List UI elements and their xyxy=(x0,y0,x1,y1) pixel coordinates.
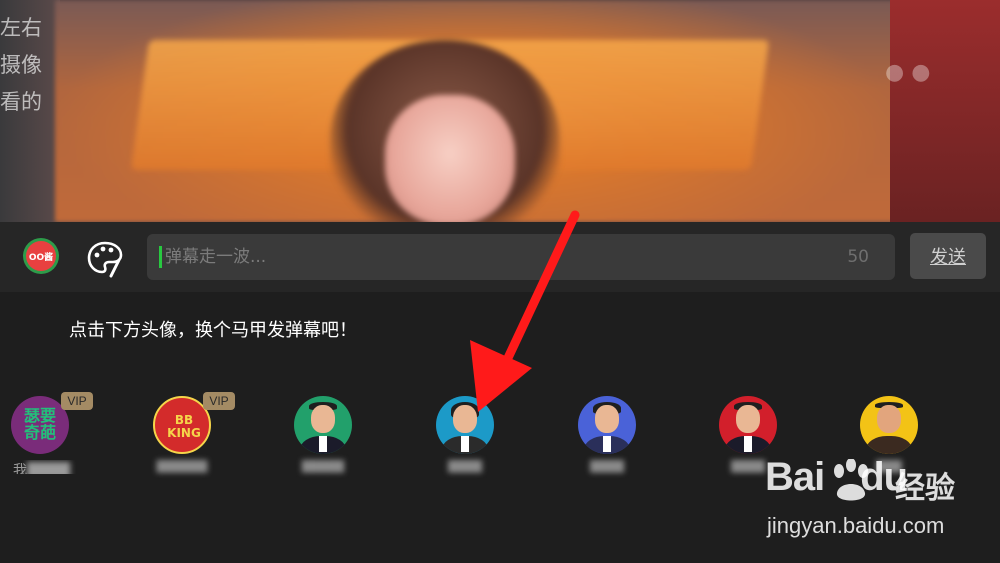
avatar-name: ████ xyxy=(590,460,624,473)
danmaku-placeholder: 弹幕走一波... xyxy=(165,247,267,267)
palette-icon-svg xyxy=(87,241,123,278)
vip-badge: VIP xyxy=(203,392,235,410)
overlay-dots-icon: ● ● xyxy=(885,60,931,85)
video-player[interactable]: 左右 摄像 看的 ● ● xyxy=(0,0,1000,222)
avatar-option[interactable]: █████ xyxy=(288,392,358,492)
paw-icon xyxy=(834,459,868,501)
avatar-image xyxy=(719,396,777,454)
identity-avatar-button[interactable]: OO酱 xyxy=(23,238,59,274)
palette-icon[interactable] xyxy=(85,238,125,278)
avatar-name: █████ xyxy=(301,460,345,473)
send-button[interactable]: 发送 xyxy=(910,233,986,279)
identity-badge: OO酱 xyxy=(26,241,56,271)
avatar-image xyxy=(436,396,494,454)
avatar-image xyxy=(860,396,918,454)
avatar-name: 我████ xyxy=(13,463,71,474)
danmaku-input[interactable]: 弹幕走一波... 50 xyxy=(147,234,895,280)
danmaku-overlay: 左右 摄像 看的 xyxy=(0,10,60,121)
danmaku-line: 摄像 xyxy=(0,53,42,77)
avatar-option[interactable]: 瑟要 奇葩 VIP 我████ xyxy=(5,392,93,492)
text-caret xyxy=(159,246,162,268)
video-host-face xyxy=(385,95,515,222)
baidu-jingyan-watermark: Bai du 经验 jingyan.baidu.com xyxy=(765,455,995,555)
video-right-strip xyxy=(890,0,1000,222)
live-stream-screen: 左右 摄像 看的 ● ● OO酱 弹幕走一波... 50 发送 点击下方头像，换… xyxy=(0,0,1000,563)
watermark-cn: 经验 xyxy=(895,471,955,506)
avatar-option[interactable]: ████ xyxy=(572,392,642,492)
danmaku-input-bar: OO酱 弹幕走一波... 50 发送 xyxy=(0,222,1000,293)
identity-hint: 点击下方头像，换个马甲发弹幕吧！ xyxy=(69,320,357,341)
avatar-image xyxy=(578,396,636,454)
watermark-url: jingyan.baidu.com xyxy=(767,513,945,538)
danmaku-line: 左右 xyxy=(0,16,42,40)
vip-badge: VIP xyxy=(61,392,93,410)
avatar-option[interactable]: ████ xyxy=(430,392,500,492)
avatar-option[interactable]: BB KING VIP ██████ xyxy=(147,392,235,492)
avatar-name: ██████ xyxy=(156,460,208,473)
avatar-name: ████ xyxy=(448,460,482,473)
char-counter: 50 xyxy=(847,247,869,267)
danmaku-line: 看的 xyxy=(0,90,42,114)
avatar-image xyxy=(294,396,352,454)
